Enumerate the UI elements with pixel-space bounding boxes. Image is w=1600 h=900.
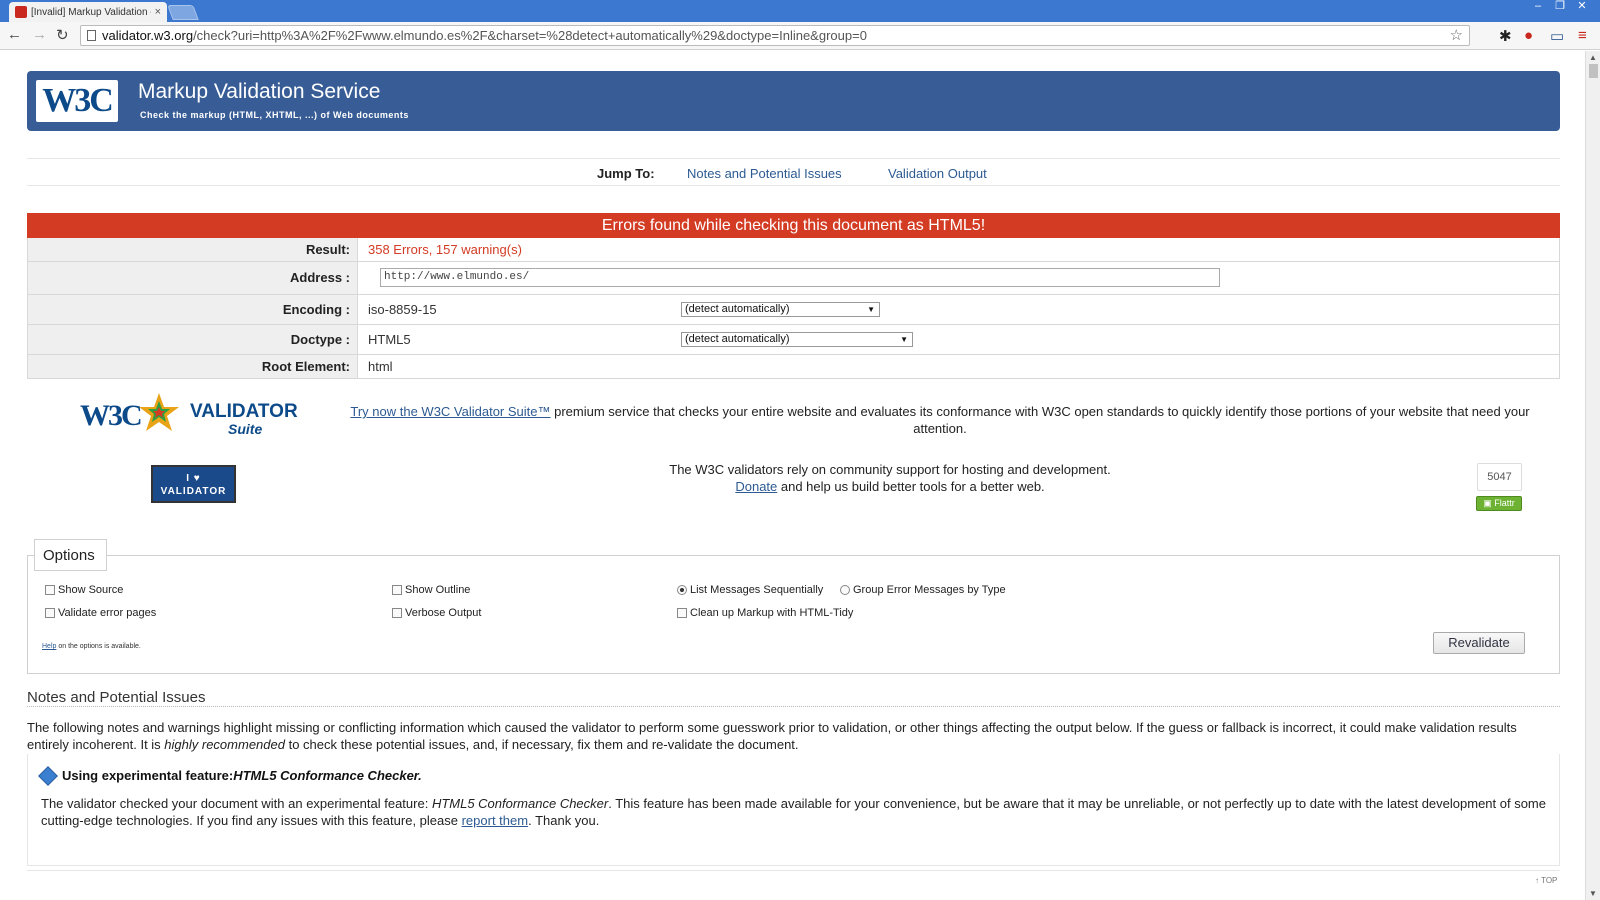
page-icon (87, 30, 96, 41)
jump-label: Jump To: (597, 166, 655, 181)
doctype-label: Doctype : (28, 325, 358, 354)
support-text: The W3C validators rely on community sup… (669, 462, 1111, 494)
note-body: The validator checked your document with… (41, 796, 1546, 828)
options-help-note: Help on the options is available. (42, 643, 141, 650)
help-link[interactable]: Help (42, 643, 56, 650)
flattr-count: 5047 (1477, 463, 1522, 491)
favicon-icon (15, 6, 27, 18)
forward-icon[interactable]: → (32, 26, 47, 43)
validate-error-pages-option[interactable]: Validate error pages (45, 607, 156, 619)
address-row: Address : http://www.elmundo.es/ (27, 262, 1560, 295)
back-icon[interactable]: ← (7, 26, 22, 43)
verbose-output-option[interactable]: Verbose Output (392, 607, 481, 619)
encoding-select[interactable]: (detect automatically) ▼ (681, 302, 880, 317)
w3c-logo[interactable]: W3C (36, 80, 118, 122)
doctype-row: Doctype : HTML5 (detect automatically) ▼ (27, 325, 1560, 355)
scroll-thumb[interactable] (1589, 64, 1598, 78)
result-row: Result: 358 Errors, 157 warning(s) (27, 238, 1560, 262)
menu-icon[interactable]: ≡ (1578, 27, 1587, 44)
browser-toolbar: ← → ↻ validator.w3.org/check?uri=http%3A… (0, 22, 1600, 50)
checkbox[interactable] (45, 608, 55, 618)
revalidate-button[interactable]: Revalidate (1433, 632, 1525, 654)
checkbox[interactable] (677, 608, 687, 618)
url-text: validator.w3.org/check?uri=http%3A%2F%2F… (102, 28, 867, 43)
checkbox[interactable] (392, 585, 402, 595)
reload-icon[interactable]: ↻ (56, 26, 69, 44)
encoding-label: Encoding : (28, 295, 358, 324)
doctype-value: HTML5 (368, 332, 411, 347)
report-them-link[interactable]: report them (462, 813, 528, 828)
window-controls: – ❐ ✕ (1528, 0, 1592, 14)
notes-intro: The following notes and warnings highlig… (27, 720, 1517, 752)
page-title: Markup Validation Service (138, 80, 381, 103)
root-element-value: html (368, 359, 393, 374)
checkbox[interactable] (392, 608, 402, 618)
restore-icon[interactable]: ❐ (1550, 0, 1570, 14)
scroll-up-icon[interactable]: ▲ (1589, 53, 1597, 62)
divider (27, 870, 1560, 871)
notes-heading: Notes and Potential Issues (27, 689, 1560, 707)
show-outline-option[interactable]: Show Outline (392, 584, 470, 596)
radio-selected[interactable] (677, 585, 687, 595)
jump-link-notes[interactable]: Notes and Potential Issues (687, 166, 842, 181)
new-tab-button[interactable] (167, 5, 199, 20)
flattr-button[interactable]: ▣ Flattr (1476, 496, 1522, 511)
jump-nav: Jump To: Notes and Potential Issues Vali… (27, 158, 1560, 186)
close-window-icon[interactable]: ✕ (1572, 0, 1592, 14)
minimize-icon[interactable]: – (1528, 0, 1548, 14)
back-to-top-link[interactable]: ↑ TOP (1535, 876, 1557, 885)
header-banner: W3C Markup Validation Service Check the … (27, 71, 1560, 131)
chevron-down-icon: ▼ (867, 305, 875, 314)
browser-tab-active[interactable]: [Invalid] Markup Validation o × (9, 2, 167, 22)
encoding-row: Encoding : iso-8859-15 (detect automatic… (27, 295, 1560, 325)
checkbox[interactable] (45, 585, 55, 595)
address-label: Address : (28, 262, 358, 294)
chevron-down-icon: ▼ (900, 335, 908, 344)
extension-gear-icon[interactable]: ✱ (1499, 27, 1512, 45)
root-element-row: Root Element: html (27, 355, 1560, 379)
error-banner: Errors found while checking this documen… (27, 213, 1560, 238)
browser-titlebar: [Invalid] Markup Validation o × – ❐ ✕ (0, 0, 1600, 22)
page-subtitle: Check the markup (HTML, XHTML, ...) of W… (140, 110, 409, 120)
radio[interactable] (840, 585, 850, 595)
scroll-down-icon[interactable]: ▼ (1589, 889, 1597, 898)
tab-close-icon[interactable]: × (155, 6, 161, 18)
extension-cast-icon[interactable]: ▭ (1550, 27, 1564, 45)
extension-bug-icon[interactable]: ● (1524, 27, 1533, 44)
validator-suite-link[interactable]: Try now the W3C Validator Suite™ (350, 404, 550, 419)
donate-link[interactable]: Donate (735, 479, 777, 494)
result-value: 358 Errors, 157 warning(s) (368, 242, 522, 257)
options-legend: Options (34, 539, 107, 571)
jump-link-output[interactable]: Validation Output (888, 166, 987, 181)
encoding-value: iso-8859-15 (368, 302, 437, 317)
html-tidy-option[interactable]: Clean up Markup with HTML-Tidy (677, 607, 853, 619)
result-label: Result: (28, 238, 358, 261)
note-title: Using experimental feature: HTML5 Confor… (38, 765, 422, 786)
validator-star-icon (139, 393, 179, 431)
group-by-type-option[interactable]: Group Error Messages by Type (840, 584, 1006, 596)
show-source-option[interactable]: Show Source (45, 584, 123, 596)
list-sequential-option[interactable]: List Messages Sequentially (677, 584, 823, 596)
doctype-select[interactable]: (detect automatically) ▼ (681, 332, 913, 347)
validator-suite-logo[interactable]: W3C VALIDATOR Suite (80, 391, 298, 445)
tab-title: [Invalid] Markup Validation o (31, 6, 151, 18)
address-input[interactable]: http://www.elmundo.es/ (380, 268, 1220, 287)
root-element-label: Root Element: (28, 355, 358, 378)
info-icon (38, 765, 58, 786)
page-scrollbar[interactable]: ▲ ▼ (1585, 51, 1600, 900)
bookmark-star-icon[interactable]: ☆ (1450, 26, 1463, 44)
validator-suite-text: Try now the W3C Validator Suite™ premium… (350, 404, 1530, 436)
i-love-validator-badge[interactable]: I ♥ VALIDATOR (151, 465, 236, 503)
address-bar[interactable]: validator.w3.org/check?uri=http%3A%2F%2F… (80, 25, 1470, 46)
